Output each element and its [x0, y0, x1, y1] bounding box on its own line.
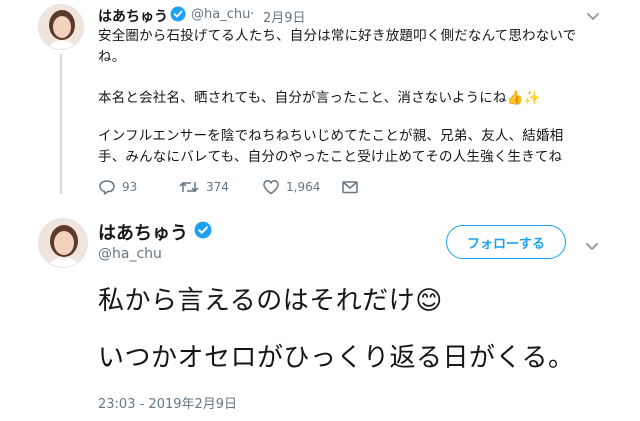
- direct-message-button[interactable]: [341, 179, 359, 195]
- tweet-date[interactable]: 2月9日: [263, 7, 306, 26]
- tweet-timestamp[interactable]: 23:03 - 2019年2月9日: [98, 393, 237, 412]
- tweet-text-line-2: いつかオセロがひっくり返る日がくる。: [98, 343, 575, 373]
- verified-icon: [194, 221, 212, 243]
- heart-icon: [262, 179, 280, 195]
- retweet-icon: [178, 179, 200, 195]
- avatar[interactable]: [38, 4, 84, 50]
- chevron-down-icon[interactable]: [586, 7, 600, 26]
- thread-connector: [60, 54, 62, 194]
- tweet-text-line-5: 手、みんなにバレても、自分のやったこと受け止めてその人生強く生きてね: [98, 149, 563, 165]
- envelope-icon: [341, 179, 359, 195]
- tweet-text-line-1: 安全圏から石投げてる人たち、自分は常に好き放題叩く側だなんて思わないで: [98, 28, 577, 44]
- author-handle[interactable]: @ha_chu: [191, 7, 250, 22]
- verified-icon: [170, 6, 186, 26]
- tweet-text-line-3: 本名と会社名、晒されても、自分が言ったこと、消さないようにね👍✨: [98, 90, 541, 106]
- reply-count: 93: [122, 180, 138, 194]
- author-name[interactable]: はあちゅう: [98, 6, 168, 26]
- follow-button[interactable]: フォローする: [446, 225, 566, 259]
- retweet-button[interactable]: 374: [178, 179, 229, 195]
- tweet-text-line-4: インフルエンサーを陰でねちねちいじめてたことが親、兄弟、友人、結婚相: [98, 128, 564, 144]
- like-count: 1,964: [286, 180, 321, 194]
- tweet-text-line-1: 私から言えるのはそれだけ😊: [98, 286, 443, 316]
- author-handle[interactable]: @ha_chu: [98, 246, 162, 262]
- reply-button[interactable]: 93: [98, 179, 137, 195]
- tweet-text-line-2: ね。: [98, 49, 126, 65]
- chevron-down-icon[interactable]: [585, 237, 599, 256]
- reply-icon: [98, 179, 116, 195]
- avatar[interactable]: [38, 218, 88, 268]
- meta-separator: ·: [250, 7, 255, 22]
- retweet-count: 374: [206, 180, 229, 194]
- like-button[interactable]: 1,964: [262, 179, 320, 195]
- author-name[interactable]: はあちゅう: [98, 219, 188, 245]
